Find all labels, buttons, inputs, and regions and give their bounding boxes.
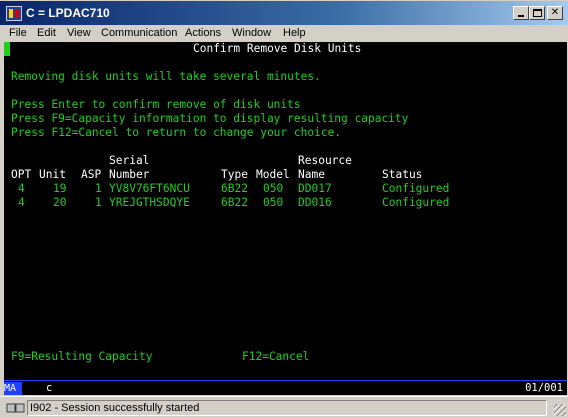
row2-status: Configured <box>382 196 450 209</box>
maximize-icon <box>533 9 542 17</box>
terminal-screen[interactable]: Confirm Remove Disk Units Removing disk … <box>4 42 567 380</box>
col-header-asp: ASP <box>81 168 102 181</box>
row2-opt[interactable]: 4 <box>18 196 25 210</box>
oia-mode-indicator: MA <box>4 382 22 395</box>
cursor-position: 01/001 <box>525 382 563 394</box>
oia-indicator: c <box>46 382 53 394</box>
close-button[interactable]: ✕ <box>547 6 563 20</box>
col-header-serial-1: Serial <box>109 154 150 167</box>
menu-edit[interactable]: Edit <box>37 26 56 41</box>
operator-info-area: MA c 01/001 <box>4 380 567 395</box>
instruction-f12: Press F12=Cancel to return to change you… <box>11 126 342 139</box>
f12-key-hint[interactable]: F12=Cancel <box>242 350 309 364</box>
col-header-type: Type <box>221 168 248 181</box>
status-message: I902 - Session successfully started <box>27 400 547 416</box>
col-header-serial-2: Number <box>109 168 150 181</box>
row1-asp: 1 <box>95 182 102 195</box>
row2-unit: 20 <box>53 196 67 209</box>
row2-type: 6B22 <box>221 196 248 209</box>
menu-actions[interactable]: Actions <box>185 26 221 41</box>
minimize-button[interactable] <box>513 6 529 20</box>
menu-file[interactable]: File <box>9 26 27 41</box>
menu-window[interactable]: Window <box>232 26 271 41</box>
row1-status: Configured <box>382 182 450 195</box>
row2-serial: YREJGTHSDQYE <box>109 196 190 209</box>
session-icon <box>6 403 25 413</box>
info-message: Removing disk units will take several mi… <box>11 70 321 83</box>
row1-unit: 19 <box>53 182 67 195</box>
title-bar[interactable]: C = LPDAC710 ✕ <box>0 0 568 25</box>
app-icon[interactable] <box>6 6 22 21</box>
col-header-resource-2: Name <box>298 168 325 181</box>
col-header-resource-1: Resource <box>298 154 352 167</box>
instruction-f9: Press F9=Capacity information to display… <box>11 112 409 125</box>
col-header-unit: Unit <box>39 168 66 181</box>
row2-resource: DD016 <box>298 196 332 209</box>
minimize-icon <box>518 15 524 17</box>
row1-model: 050 <box>263 182 284 195</box>
menu-help[interactable]: Help <box>283 26 306 41</box>
resize-grip-icon[interactable] <box>554 404 566 416</box>
row1-resource: DD017 <box>298 182 332 195</box>
col-header-status: Status <box>382 168 423 181</box>
close-icon: ✕ <box>550 7 560 18</box>
row2-model: 050 <box>263 196 284 209</box>
row1-opt[interactable]: 4 <box>18 182 25 196</box>
menu-communication[interactable]: Communication <box>101 26 177 41</box>
row2-asp: 1 <box>95 196 102 209</box>
cursor <box>4 42 10 56</box>
screen-title: Confirm Remove Disk Units <box>193 42 362 55</box>
row1-serial: YV8V76FT6NCU <box>109 182 190 195</box>
instruction-enter: Press Enter to confirm remove of disk un… <box>11 98 301 111</box>
f9-key-hint[interactable]: F9=Resulting Capacity <box>11 350 152 364</box>
col-header-model: Model <box>256 168 290 181</box>
row1-type: 6B22 <box>221 182 248 195</box>
window-title: C = LPDAC710 <box>26 6 110 20</box>
col-header-opt: OPT <box>11 168 32 181</box>
maximize-button[interactable] <box>529 6 545 20</box>
menu-view[interactable]: View <box>67 26 91 41</box>
status-bar: I902 - Session successfully started <box>0 396 568 418</box>
menu-bar: File Edit View Communication Actions Win… <box>0 25 568 42</box>
